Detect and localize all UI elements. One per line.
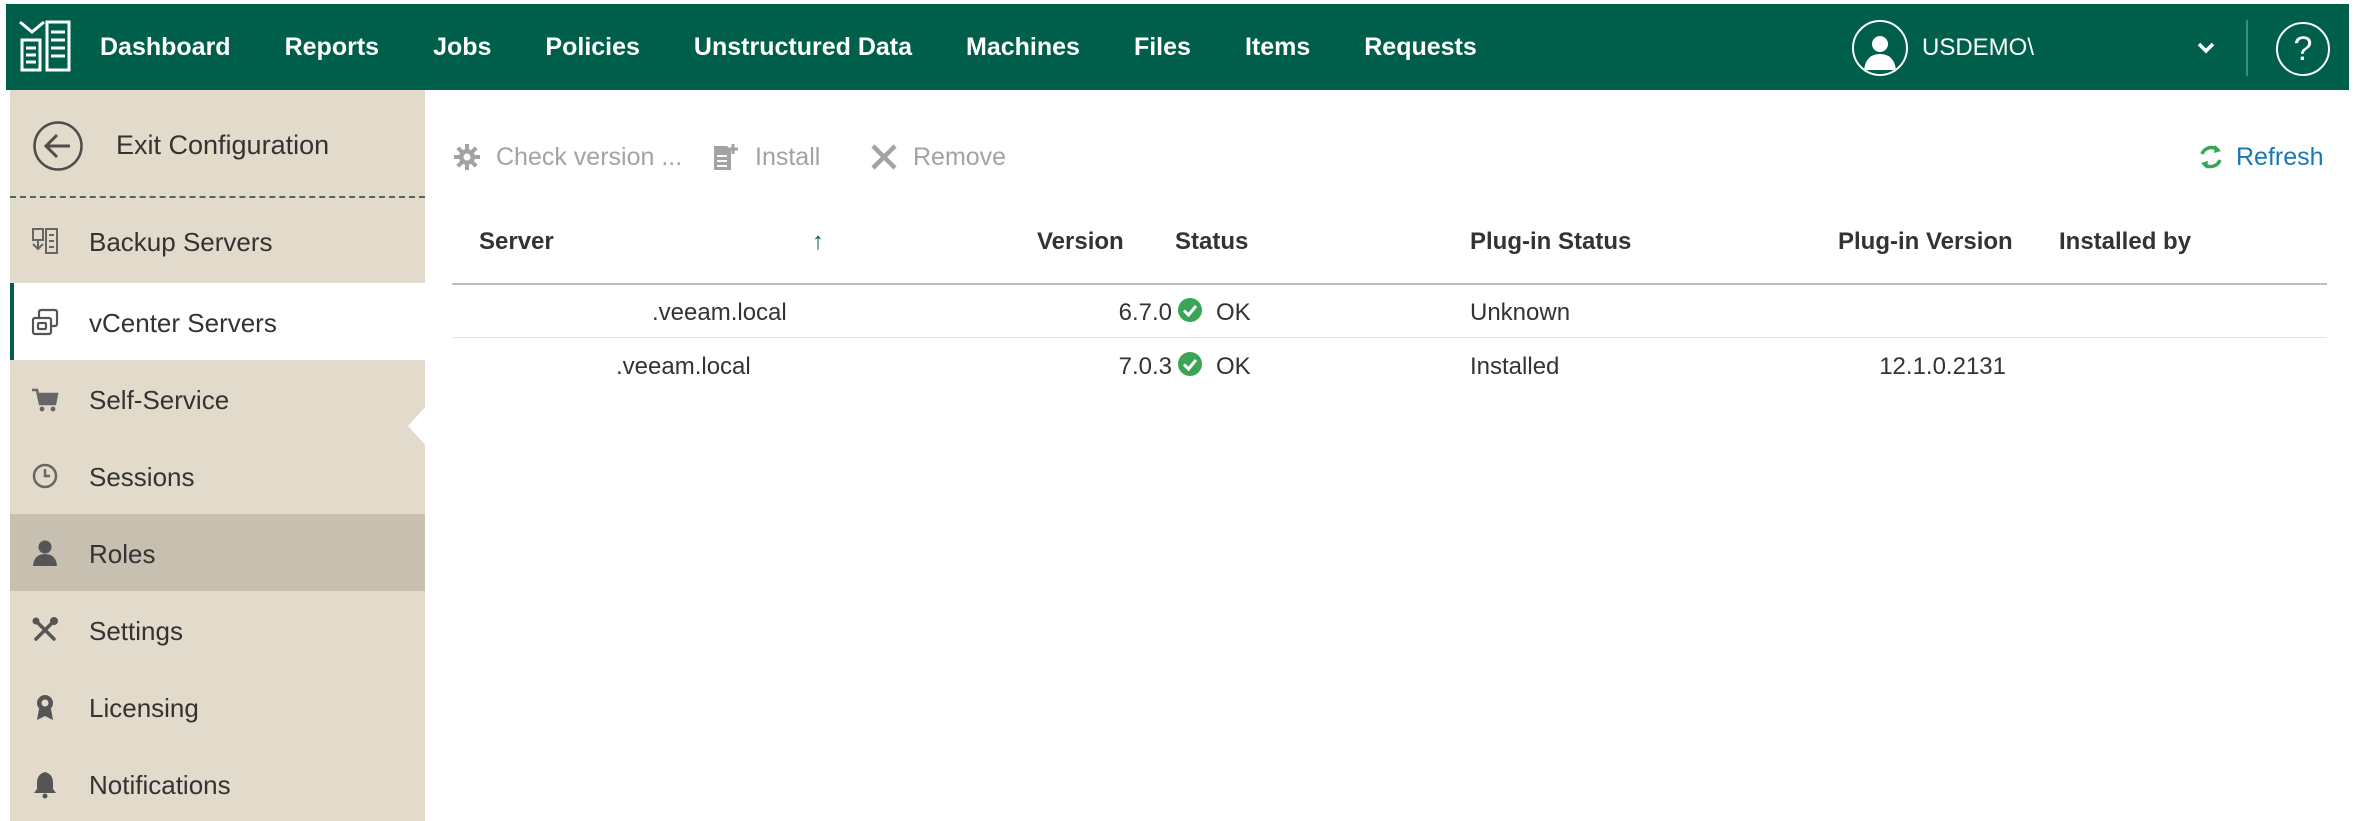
- sidebar-item-notifications[interactable]: Notifications: [10, 745, 425, 821]
- nav-jobs[interactable]: Jobs: [433, 33, 491, 62]
- sidebar-item-label: Sessions: [89, 462, 195, 492]
- vcenter-servers-icon: [31, 308, 59, 336]
- clock-icon: [32, 463, 58, 489]
- column-header-plugin-version[interactable]: Plug-in Version: [1838, 228, 2013, 256]
- column-header-server[interactable]: Server: [479, 228, 554, 256]
- help-button[interactable]: ?: [2276, 22, 2330, 76]
- top-navigation-bar: Dashboard Reports Jobs Policies Unstruct…: [0, 0, 2359, 90]
- refresh-button[interactable]: Refresh: [2196, 140, 2324, 174]
- table-row[interactable]: .veeam.local 6.7.0 OK Unknown: [452, 285, 2327, 338]
- cart-icon: [32, 388, 59, 412]
- sidebar-item-self-service[interactable]: Self-Service: [10, 360, 425, 437]
- cell-server: .veeam.local: [616, 353, 751, 380]
- sidebar-item-settings[interactable]: Settings: [10, 591, 425, 668]
- exit-configuration-button[interactable]: Exit Configuration: [10, 90, 425, 198]
- status-ok-icon: [1178, 352, 1202, 376]
- chevron-down-icon[interactable]: [2192, 34, 2220, 62]
- exit-configuration-label: Exit Configuration: [116, 130, 330, 160]
- check-version-label: Check version ...: [496, 142, 683, 171]
- sidebar-item-label: Backup Servers: [89, 227, 273, 257]
- nav-policies[interactable]: Policies: [545, 33, 640, 62]
- sidebar-item-backup-servers[interactable]: Backup Servers: [10, 202, 425, 279]
- sidebar-item-label: Self-Service: [89, 385, 230, 415]
- cell-plugin-version: 12.1.0.2131: [1879, 353, 2006, 380]
- cell-plugin-status: Installed: [1470, 353, 1560, 380]
- sidebar-item-vcenter-servers[interactable]: vCenter Servers: [10, 283, 425, 360]
- refresh-icon: [2200, 145, 2222, 169]
- topbar-divider: [2246, 20, 2248, 76]
- nav-items[interactable]: Items: [1245, 33, 1310, 62]
- cell-status: OK: [1216, 353, 1251, 380]
- sidebar-item-label: Notifications: [89, 770, 231, 800]
- bell-icon: [34, 772, 56, 799]
- gear-icon: [454, 144, 480, 170]
- cell-plugin-status: Unknown: [1470, 299, 1571, 326]
- nav-reports[interactable]: Reports: [285, 33, 379, 62]
- install-button[interactable]: Install: [711, 140, 820, 174]
- cell-status: OK: [1216, 299, 1251, 326]
- veeam-logo-icon[interactable]: [16, 18, 74, 76]
- sidebar-item-label: Settings: [89, 616, 183, 646]
- main-nav: Dashboard Reports Jobs Policies Unstruct…: [100, 4, 1531, 90]
- configuration-sidebar: Exit Configuration Backup Servers vCente…: [10, 90, 428, 821]
- sidebar-item-label: vCenter Servers: [89, 308, 277, 338]
- sidebar-item-roles[interactable]: Roles: [10, 514, 425, 591]
- remove-label: Remove: [913, 142, 1007, 171]
- cell-version: 7.0.3: [1118, 353, 1172, 380]
- sort-ascending-icon[interactable]: ↑: [812, 228, 824, 256]
- nav-unstructured-data[interactable]: Unstructured Data: [694, 33, 912, 62]
- install-document-icon: [714, 144, 738, 170]
- user-avatar-icon[interactable]: [1852, 20, 1908, 76]
- sidebar-item-sessions[interactable]: Sessions: [10, 437, 425, 514]
- sidebar-item-licensing[interactable]: Licensing: [10, 668, 425, 745]
- status-ok-icon: [1178, 298, 1202, 322]
- column-header-status[interactable]: Status: [1175, 228, 1248, 256]
- column-header-installed-by[interactable]: Installed by: [2059, 228, 2191, 256]
- nav-machines[interactable]: Machines: [966, 33, 1080, 62]
- cell-server: .veeam.local: [652, 299, 787, 326]
- nav-requests[interactable]: Requests: [1364, 33, 1477, 62]
- backup-servers-icon: [32, 228, 58, 254]
- user-name[interactable]: USDEMO\: [1922, 34, 2034, 62]
- sidebar-item-label: Roles: [89, 539, 156, 569]
- close-icon: [871, 144, 897, 170]
- user-icon: [33, 540, 57, 566]
- nav-files[interactable]: Files: [1134, 33, 1191, 62]
- arrow-left-circle-icon: [33, 121, 83, 171]
- install-label: Install: [755, 142, 821, 171]
- tools-icon: [32, 617, 58, 641]
- active-item-indicator: [408, 404, 428, 448]
- person-icon: [1864, 36, 1896, 70]
- column-header-plugin-status[interactable]: Plug-in Status: [1470, 228, 1631, 256]
- remove-button[interactable]: Remove: [869, 140, 1006, 174]
- cell-version: 6.7.0: [1118, 299, 1172, 326]
- column-header-version[interactable]: Version: [1037, 228, 1124, 256]
- refresh-label: Refresh: [2236, 142, 2324, 171]
- nav-dashboard[interactable]: Dashboard: [100, 33, 231, 62]
- sidebar-item-label: Licensing: [89, 693, 199, 723]
- license-icon: [37, 695, 53, 720]
- table-row[interactable]: .veeam.local 7.0.3 OK Installed 12.1.0.2…: [452, 339, 2327, 392]
- check-version-button[interactable]: Check version ...: [452, 140, 682, 174]
